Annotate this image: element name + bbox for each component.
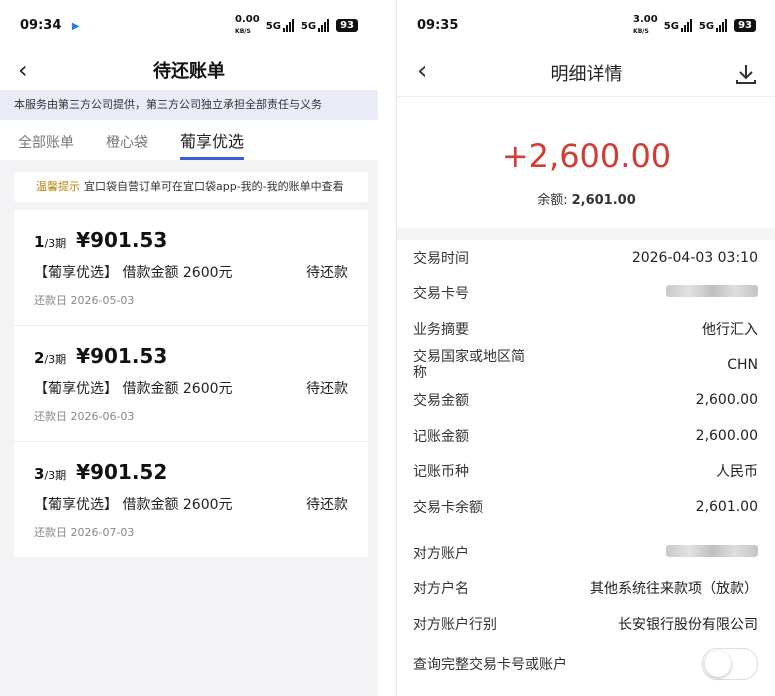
- detail-row: 交易卡余额 2,601.00: [413, 498, 758, 516]
- signal-icon-2: 5G: [301, 18, 330, 32]
- detail-row: 交易国家或地区简称 CHN: [413, 348, 758, 381]
- bill-amount: ¥901.53: [76, 344, 168, 368]
- bill-period: 1/3期 ¥901.53: [34, 228, 168, 252]
- masked-account-number: [666, 544, 758, 557]
- detail-list: 交易时间 2026-04-03 03:10 交易卡号 业务摘要 他行汇入 交易国家或…: [397, 240, 775, 686]
- tip-label: 温馨提示: [36, 180, 80, 193]
- transaction-amount: +2,600.00: [501, 137, 672, 175]
- bill-item[interactable]: 2/3期 ¥901.53 【葡享优选】 借款金额 2600元 待还款 还款日 20…: [14, 326, 368, 442]
- bill-amount: ¥901.52: [76, 460, 168, 484]
- detail-row: 交易卡号: [413, 276, 758, 312]
- battery-icon: 93: [734, 18, 756, 32]
- show-full-number-toggle[interactable]: [702, 647, 758, 680]
- detail-row: 业务摘要 他行汇入: [413, 321, 758, 338]
- bill-date: 还款日 2026-05-03: [34, 294, 135, 307]
- signal-icon-2: 5G: [699, 18, 728, 32]
- page-title: 待还账单: [153, 61, 225, 82]
- network-speed: 3.00 KB/S: [633, 14, 658, 35]
- left-screen: 09:34 ▶ 0.00 KB/S 5G 5G 93 ‹ 待还账单 本服务由第三方…: [0, 0, 378, 696]
- tip-text: 宜口袋自营订单可在宜口袋app-我的-我的账单中查看: [84, 180, 344, 193]
- bill-period: 3/3期 ¥901.52: [34, 460, 168, 484]
- tab-puxiang[interactable]: 葡享优选: [180, 128, 245, 160]
- nav-bar: ‹ 明细详情: [397, 50, 775, 97]
- bill-amount: ¥901.53: [76, 228, 168, 252]
- signal-icon: 5G: [266, 18, 295, 32]
- battery-icon: 93: [336, 18, 358, 32]
- bill-status: 待还款: [306, 381, 348, 397]
- right-screen: 09:35 3.00 KB/S 5G 5G 93 ‹ 明细详情 +2,600.00…: [396, 0, 775, 696]
- tab-all-bills[interactable]: 全部账单: [18, 132, 74, 160]
- page-title: 明细详情: [550, 64, 623, 85]
- bill-desc: 【葡享优选】 借款金额 2600元: [34, 381, 233, 397]
- bill-desc: 【葡享优选】 借款金额 2600元: [34, 265, 233, 281]
- detail-row: 交易金额 2,600.00: [413, 392, 758, 410]
- detail-row: 交易时间 2026-04-03 03:10: [413, 249, 758, 267]
- bill-item[interactable]: 1/3期 ¥901.53 【葡享优选】 借款金额 2600元 待还款 还款日 20…: [14, 210, 368, 326]
- bill-list: 1/3期 ¥901.53 【葡享优选】 借款金额 2600元 待还款 还款日 20…: [14, 210, 368, 557]
- status-time: 09:35: [417, 17, 459, 33]
- detail-row: 对方户名 其他系统往来款项（放款）: [413, 581, 758, 598]
- masked-card-number: [666, 285, 758, 298]
- bill-status: 待还款: [306, 497, 348, 513]
- network-speed: 0.00 KB/S: [235, 14, 260, 35]
- tab-chengxindai[interactable]: 橙心袋: [106, 132, 148, 160]
- nav-bar: ‹ 待还账单: [0, 50, 378, 90]
- detail-row: 对方账户行别 长安银行股份有限公司: [413, 616, 758, 633]
- bill-date: 还款日 2026-06-03: [34, 410, 135, 423]
- detail-row: 记账金额 2,600.00: [413, 427, 758, 445]
- bill-date: 还款日 2026-07-03: [34, 526, 135, 539]
- status-bar: 09:35 3.00 KB/S 5G 5G 93: [397, 0, 775, 50]
- bill-desc: 【葡享优选】 借款金额 2600元: [34, 497, 233, 513]
- bill-status: 待还款: [306, 265, 348, 281]
- download-icon[interactable]: [734, 62, 758, 90]
- signal-icon: 5G: [664, 18, 693, 32]
- back-icon[interactable]: ‹: [18, 56, 28, 84]
- bill-item[interactable]: 3/3期 ¥901.52 【葡享优选】 借款金额 2600元 待还款 还款日 20…: [14, 442, 368, 557]
- status-bar: 09:34 ▶ 0.00 KB/S 5G 5G 93: [0, 0, 378, 50]
- detail-row: 记账币种 人民币: [413, 464, 758, 481]
- bill-period: 2/3期 ¥901.53: [34, 344, 168, 368]
- bill-tabs: 全部账单 橙心袋 葡享优选: [0, 120, 378, 160]
- service-notice: 本服务由第三方公司提供，第三方公司独立承担全部责任与义务: [0, 90, 378, 120]
- detail-row: 对方账户: [413, 535, 758, 571]
- query-row: 查询完整交易卡号或账户: [413, 642, 758, 686]
- divider: [397, 228, 775, 240]
- balance: 余额: 2,601.00: [537, 193, 636, 208]
- status-time: 09:34: [20, 17, 62, 33]
- warm-tip: 温馨提示 宜口袋自营订单可在宜口袋app-我的-我的账单中查看: [14, 172, 368, 202]
- play-icon: ▶: [71, 20, 80, 32]
- query-label: 查询完整交易卡号或账户: [413, 656, 567, 673]
- back-icon[interactable]: ‹: [417, 56, 427, 86]
